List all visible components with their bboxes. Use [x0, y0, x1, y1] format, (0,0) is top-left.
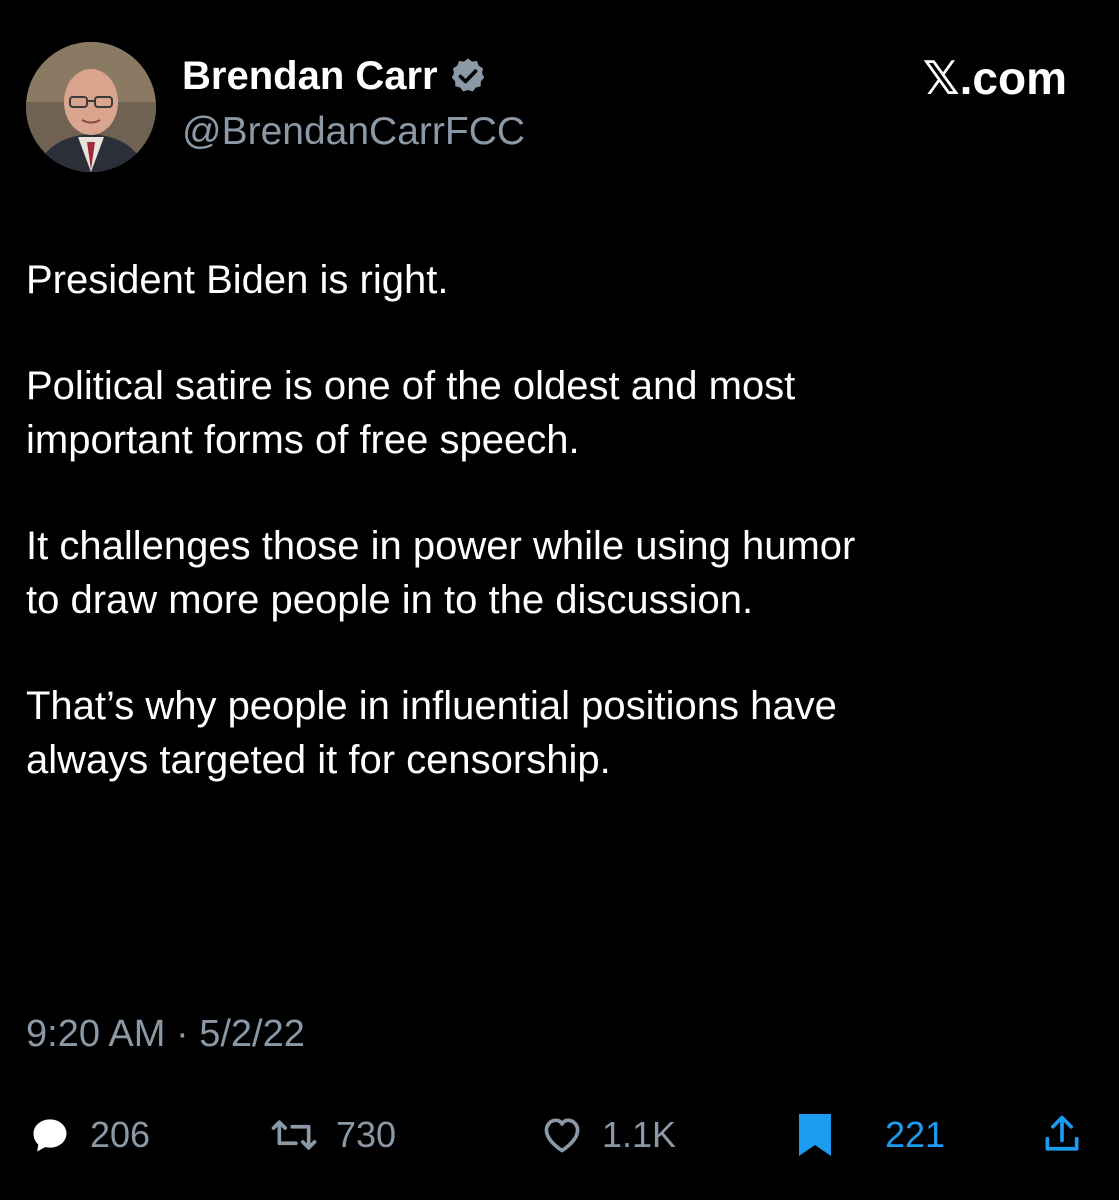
- action-bar: 206 730 1.1K 221: [0, 1105, 1119, 1165]
- like-count: 1.1K: [602, 1114, 677, 1155]
- heart-icon: [544, 1118, 580, 1153]
- retweet-count: 730: [336, 1114, 397, 1155]
- retweet-icon: [271, 1120, 317, 1150]
- bookmark-button[interactable]: 221: [795, 1105, 945, 1165]
- like-button[interactable]: 1.1K: [540, 1105, 676, 1165]
- share-icon: [1045, 1115, 1079, 1151]
- avatar[interactable]: [26, 42, 156, 172]
- tweet-paragraph: Political satire is one of the oldest an…: [26, 364, 796, 462]
- tweet-paragraph: It challenges those in power while using…: [26, 524, 856, 622]
- author-name-row[interactable]: Brendan Carr: [182, 52, 488, 100]
- reply-button[interactable]: 206: [28, 1105, 150, 1165]
- profile-photo-icon: [26, 42, 156, 172]
- author-handle[interactable]: @BrendanCarrFCC: [182, 108, 525, 156]
- reply-icon: [33, 1119, 67, 1152]
- tweet-card: Brendan Carr @BrendanCarrFCC 𝕏.com Presi…: [0, 0, 1119, 1200]
- bookmark-count: 221: [885, 1114, 946, 1155]
- tweet-timestamp[interactable]: 9:20 AM · 5/2/22: [26, 1010, 305, 1058]
- verified-badge-icon: [448, 56, 488, 96]
- share-button[interactable]: [1040, 1105, 1084, 1165]
- tweet-paragraph: That’s why people in influential positio…: [26, 684, 837, 782]
- tweet-paragraph: President Biden is right.: [26, 258, 449, 302]
- retweet-button[interactable]: 730: [270, 1105, 396, 1165]
- watermark-x-com: 𝕏.com: [922, 52, 1067, 104]
- reply-count: 206: [90, 1114, 151, 1155]
- tweet-body: President Biden is right. Political sati…: [26, 253, 1106, 839]
- bookmark-icon: [799, 1114, 831, 1156]
- display-name[interactable]: Brendan Carr: [182, 52, 438, 100]
